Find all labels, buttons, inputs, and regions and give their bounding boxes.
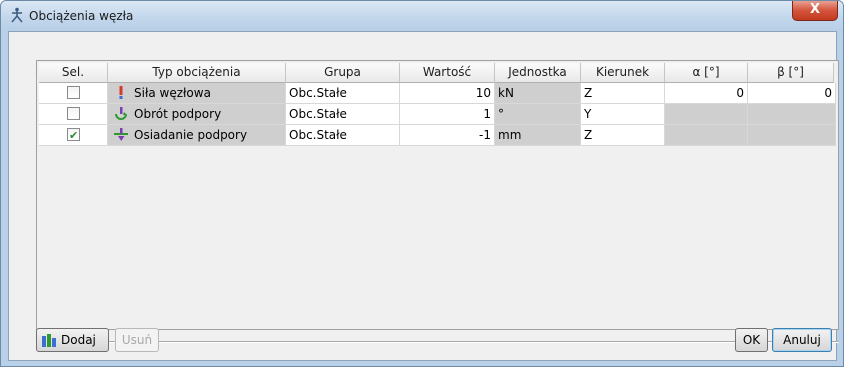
alpha-cell	[665, 125, 748, 146]
support-settlement-icon	[114, 128, 128, 141]
column-header-value[interactable]: Wartość	[400, 63, 495, 83]
column-header-beta[interactable]: β [°]	[748, 63, 834, 83]
ok-button[interactable]: OK	[735, 328, 768, 352]
table-row[interactable]: Obrót podpory Obc.Stałe 1 ° Y	[39, 104, 836, 125]
add-button[interactable]: Dodaj	[36, 328, 109, 352]
row-select-checkbox[interactable]	[67, 107, 80, 120]
group-cell[interactable]: Obc.Stałe	[286, 104, 400, 125]
alpha-cell[interactable]: 0	[665, 83, 748, 104]
value-cell[interactable]: 10	[400, 83, 495, 104]
column-header-type[interactable]: Typ obciążenia	[108, 63, 286, 83]
select-cell[interactable]	[39, 83, 108, 104]
type-cell[interactable]: Osiadanie podpory	[108, 125, 286, 146]
table-row[interactable]: Osiadanie podpory Obc.Stałe -1 mm Z	[39, 125, 836, 146]
beta-cell[interactable]: 0	[748, 83, 836, 104]
load-type-label: Obrót podpory	[134, 107, 222, 121]
support-rotation-icon	[115, 107, 127, 120]
remove-button-label: Usuń	[121, 333, 153, 347]
unit-cell: kN	[495, 83, 581, 104]
column-header-unit[interactable]: Jednostka	[495, 63, 581, 83]
type-cell[interactable]: Siła węzłowa	[108, 83, 286, 104]
select-cell[interactable]	[39, 125, 108, 146]
column-header-group[interactable]: Grupa	[286, 63, 400, 83]
direction-cell[interactable]: Z	[581, 125, 665, 146]
value-cell[interactable]: -1	[400, 125, 495, 146]
dialog-window: Obciążenia węzła X Sel. Typ obciążenia G…	[0, 0, 844, 367]
column-header-direction[interactable]: Kierunek	[581, 63, 665, 83]
table-row[interactable]: Siła węzłowa Obc.Stałe 10 kN Z 0 0	[39, 83, 836, 104]
window-title: Obciążenia węzła	[29, 9, 134, 23]
value-cell[interactable]: 1	[400, 104, 495, 125]
cancel-button[interactable]: Anuluj	[772, 328, 832, 352]
row-select-checkbox[interactable]	[67, 126, 80, 145]
unit-cell: °	[495, 104, 581, 125]
column-header-sel[interactable]: Sel.	[39, 63, 108, 83]
load-type-label: Osiadanie podpory	[134, 128, 248, 142]
close-icon: X	[809, 2, 821, 17]
row-select-checkbox[interactable]	[67, 86, 80, 99]
select-cell[interactable]	[39, 104, 108, 125]
node-loads-app-icon	[11, 7, 23, 23]
add-load-icon	[42, 334, 56, 347]
direction-cell[interactable]: Z	[581, 83, 665, 104]
unit-cell: mm	[495, 125, 581, 146]
direction-cell[interactable]: Y	[581, 104, 665, 125]
beta-cell	[748, 104, 836, 125]
close-button[interactable]: X	[792, 1, 838, 21]
add-button-label: Dodaj	[61, 333, 96, 347]
cancel-button-label: Anuluj	[783, 333, 821, 347]
alpha-cell	[665, 104, 748, 125]
ok-button-label: OK	[742, 333, 761, 347]
title-bar[interactable]: Obciążenia węzła X	[1, 1, 843, 31]
type-cell[interactable]: Obrót podpory	[108, 104, 286, 125]
loads-table[interactable]: Sel. Typ obciążenia Grupa Wartość Jednos…	[36, 60, 839, 330]
load-type-label: Siła węzłowa	[134, 86, 211, 100]
group-cell[interactable]: Obc.Stałe	[286, 125, 400, 146]
column-header-alpha[interactable]: α [°]	[665, 63, 748, 83]
nodal-force-icon	[119, 86, 123, 99]
beta-cell	[748, 125, 836, 146]
group-cell[interactable]: Obc.Stałe	[286, 83, 400, 104]
remove-button[interactable]: Usuń	[115, 328, 159, 352]
dialog-content: Sel. Typ obciążenia Grupa Wartość Jednos…	[8, 31, 839, 361]
